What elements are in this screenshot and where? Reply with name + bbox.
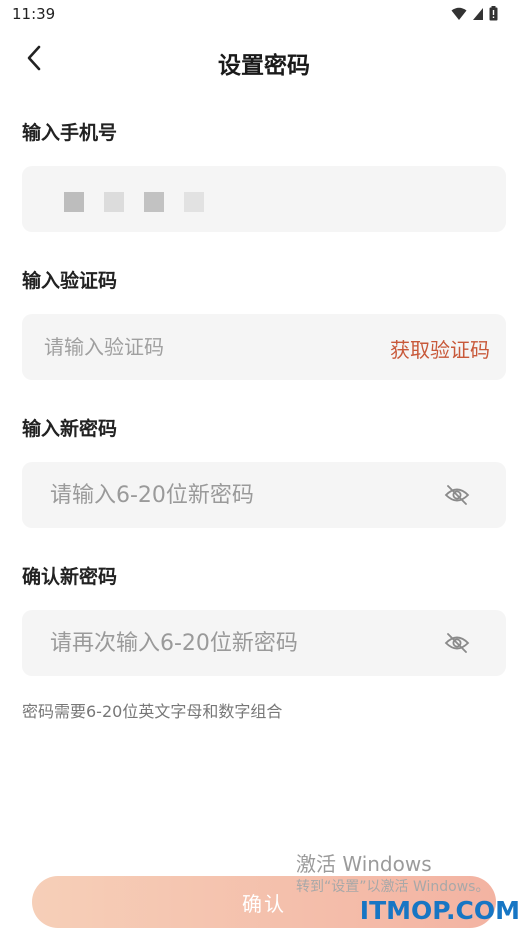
battery-icon [489, 6, 498, 25]
site-watermark: ITMOP.COM [359, 896, 520, 925]
nav-bar: 设置密码 [0, 36, 528, 84]
phone-number-masked [64, 192, 204, 212]
new-password-field [22, 462, 506, 528]
signal-icon [472, 6, 484, 25]
wifi-icon [451, 6, 467, 25]
new-password-input[interactable] [50, 462, 426, 528]
confirm-password-input[interactable] [50, 610, 426, 676]
eye-off-icon[interactable] [444, 483, 470, 507]
phone-label: 输入手机号 [22, 122, 118, 144]
verification-field: 获取验证码 [22, 314, 506, 380]
status-time: 11:39 [12, 5, 56, 23]
windows-activation-title: 激活 Windows [296, 852, 432, 876]
verification-label: 输入验证码 [22, 270, 118, 292]
status-bar: 11:39 [0, 0, 528, 30]
status-icons [451, 6, 498, 25]
windows-activation-subtitle: 转到“设置”以激活 Windows。 [296, 879, 490, 895]
get-code-button[interactable]: 获取验证码 [390, 334, 490, 363]
password-hint: 密码需要6-20位英文字母和数字组合 [22, 702, 283, 721]
confirm-password-label: 确认新密码 [22, 566, 118, 588]
phone-field[interactable] [22, 166, 506, 232]
confirm-password-field [22, 610, 506, 676]
eye-off-icon[interactable] [444, 631, 470, 655]
verification-input[interactable] [44, 314, 426, 380]
page-title: 设置密码 [218, 53, 310, 79]
new-password-label: 输入新密码 [22, 418, 118, 440]
